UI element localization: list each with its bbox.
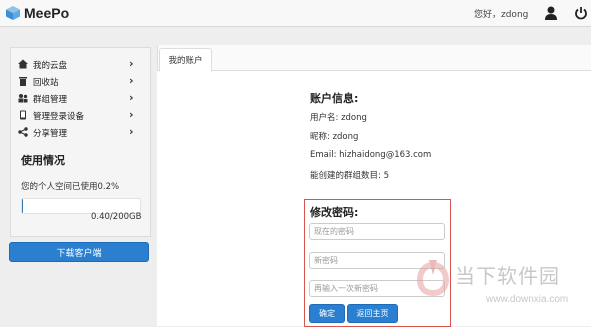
device-icon	[20, 110, 26, 120]
group-icon	[18, 94, 28, 103]
download-client-button[interactable]: 下载客户端	[9, 242, 149, 262]
sidebar-item-recycle-bin[interactable]: 回收站 ›	[11, 73, 150, 90]
usage-amount: 0.40/200GB	[91, 212, 142, 222]
current-password-input[interactable]: 现在的密码	[309, 223, 445, 240]
sidebar-item-label: 分享管理	[33, 129, 68, 139]
account-nickname: 昵称: zdong	[310, 132, 359, 142]
watermark-text: 当下软件园	[455, 264, 560, 288]
usage-text: 您的个人空间已使用0.2%	[21, 182, 120, 192]
watermark-url: www.downxia.com	[486, 294, 569, 305]
sidebar-item-login-devices[interactable]: 管理登录设备 ›	[11, 107, 150, 124]
chevron-right-icon: ›	[129, 74, 134, 87]
usage-title: 使用情况	[21, 154, 65, 167]
top-bar: MeePo 您好，zdong	[0, 0, 591, 27]
logo-cube-icon	[6, 6, 20, 20]
usage-progress-fill	[22, 199, 23, 213]
sidebar-item-group-management[interactable]: 群组管理 ›	[11, 90, 150, 107]
sidebar-item-share-management[interactable]: 分享管理 ›	[11, 124, 150, 141]
chevron-right-icon: ›	[129, 91, 134, 104]
share-icon	[18, 127, 28, 137]
change-password-title: 修改密码:	[310, 206, 359, 219]
home-icon	[18, 59, 28, 69]
account-email: Email: hizhaidong@163.com	[310, 150, 432, 160]
chevron-right-icon: ›	[129, 108, 134, 121]
trash-icon	[19, 77, 27, 86]
user-icon[interactable]	[544, 5, 558, 21]
power-icon[interactable]	[574, 5, 588, 21]
greeting-text: 您好，zdong	[474, 10, 529, 20]
tab-my-account[interactable]: 我的账户	[159, 48, 212, 72]
sidebar-item-label: 群组管理	[33, 95, 68, 105]
watermark-logo-icon	[417, 260, 449, 296]
chevron-right-icon: ›	[129, 57, 134, 70]
account-username: 用户名: zdong	[310, 113, 367, 123]
confirm-button[interactable]: 确定	[309, 304, 345, 323]
sidebar-item-label: 我的云盘	[33, 61, 68, 71]
account-group-limit: 能创建的群组数目: 5	[310, 171, 389, 181]
app-logo[interactable]: MeePo	[5, 4, 69, 22]
tab-divider	[157, 70, 591, 71]
sidebar-item-my-disk[interactable]: 我的云盘 ›	[11, 56, 150, 73]
back-to-home-button[interactable]: 返回主页	[347, 304, 398, 323]
app-name: MeePo	[24, 5, 70, 21]
sidebar-item-label: 管理登录设备	[33, 112, 85, 122]
chevron-right-icon: ›	[129, 125, 134, 138]
sidebar-item-label: 回收站	[33, 78, 59, 88]
account-info-title: 账户信息:	[310, 92, 359, 105]
sidebar: 我的云盘 › 回收站 › 群组管理 › 管理登录设备 › 分享管理 › 使用情况…	[10, 47, 151, 237]
